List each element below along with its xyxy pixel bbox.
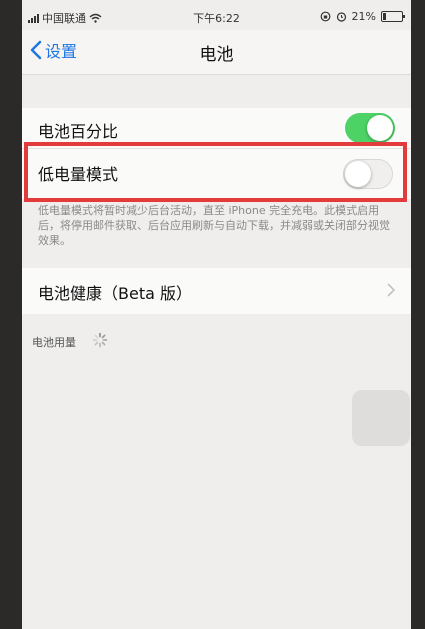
alarm-icon — [336, 12, 346, 22]
battery-health-row[interactable]: 电池健康（Beta 版） — [22, 268, 411, 314]
battery-percent: 21% — [351, 10, 376, 23]
battery-health-label: 电池健康（Beta 版） — [38, 284, 192, 303]
low-power-description: 低电量模式将暂时减少后台活动，直至 iPhone 完全充电。此模式启用后，将停用… — [38, 204, 390, 247]
page-title: 电池 — [199, 45, 234, 65]
status-right: 21% — [320, 10, 405, 23]
lock-rotation-icon — [320, 11, 330, 22]
status-bar: 中国联通 下午6:22 21% — [22, 0, 411, 30]
battery-usage-section-label: 电池用量 — [32, 336, 76, 349]
battery-icon — [381, 11, 405, 22]
chevron-right-icon — [387, 283, 395, 297]
assistive-touch-button[interactable] — [352, 390, 410, 446]
battery-percentage-label: 电池百分比 — [38, 122, 119, 141]
battery-percentage-toggle[interactable] — [345, 113, 395, 143]
loading-spinner-icon — [92, 332, 108, 348]
navigation-bar: 设置 电池 — [22, 30, 411, 75]
highlight-box — [24, 142, 407, 202]
screen: 中国联通 下午6:22 21% 设置 电池 电池百分比 低电量模式 低电量模式将… — [22, 0, 411, 629]
